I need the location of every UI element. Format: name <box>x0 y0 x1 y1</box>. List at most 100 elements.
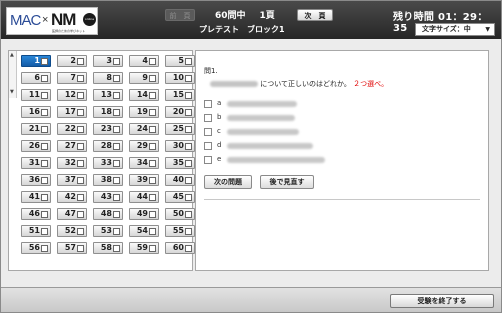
question-panel: 問1. について正しいのはどれか。 ２つ選べ。 a b c d e 次の問題 後… <box>195 50 489 271</box>
answered-checkbox <box>185 211 192 218</box>
answered-checkbox <box>149 58 156 65</box>
finish-exam-button[interactable]: 受験を終了する <box>390 294 494 308</box>
answered-checkbox <box>185 228 192 235</box>
question-nav-button[interactable]: 26 <box>21 140 51 152</box>
question-nav-button[interactable]: 31 <box>21 157 51 169</box>
question-number: 15 <box>172 90 184 99</box>
question-nav-button[interactable]: 41 <box>21 191 51 203</box>
question-nav-button[interactable]: 60 <box>165 242 195 254</box>
question-nav-button[interactable]: 7 <box>57 72 87 84</box>
question-nav-button[interactable]: 18 <box>93 106 123 118</box>
question-nav-button[interactable]: 3 <box>93 55 123 67</box>
question-nav-button[interactable]: 52 <box>57 225 87 237</box>
question-nav-button[interactable]: 13 <box>93 89 123 101</box>
question-nav-button[interactable]: 16 <box>21 106 51 118</box>
question-nav-button[interactable]: 35 <box>165 157 195 169</box>
question-nav-button[interactable]: 29 <box>129 140 159 152</box>
question-nav-button[interactable]: 15 <box>165 89 195 101</box>
question-nav-button[interactable]: 30 <box>165 140 195 152</box>
question-nav-button[interactable]: 1 <box>21 55 51 67</box>
question-nav-button[interactable]: 32 <box>57 157 87 169</box>
question-number: 30 <box>172 141 184 150</box>
question-nav-button[interactable]: 33 <box>93 157 123 169</box>
question-nav-button[interactable]: 37 <box>57 174 87 186</box>
font-size-select[interactable]: 文字サイズ：中 ▼ <box>415 23 495 36</box>
question-nav-button[interactable]: 28 <box>93 140 123 152</box>
question-nav-button[interactable]: 5 <box>165 55 195 67</box>
question-nav-button[interactable]: 58 <box>93 242 123 254</box>
question-number: 27 <box>64 141 76 150</box>
question-number: 24 <box>136 124 148 133</box>
navigator-scrollbar[interactable]: ▲ ▼ <box>9 51 17 98</box>
next-question-button[interactable]: 次の問題 <box>204 175 252 189</box>
panel-divider <box>204 199 480 200</box>
question-nav-button[interactable]: 34 <box>129 157 159 169</box>
answered-checkbox <box>77 126 84 133</box>
answered-checkbox <box>77 160 84 167</box>
answered-checkbox <box>41 126 48 133</box>
question-nav-button[interactable]: 56 <box>21 242 51 254</box>
question-nav-button[interactable]: 47 <box>57 208 87 220</box>
question-nav-button[interactable]: 50 <box>165 208 195 220</box>
question-nav-button[interactable]: 12 <box>57 89 87 101</box>
question-number: 14 <box>136 90 148 99</box>
question-nav-button[interactable]: 25 <box>165 123 195 135</box>
answered-checkbox <box>185 160 192 167</box>
question-number: 8 <box>106 73 112 82</box>
question-nav-button[interactable]: 45 <box>165 191 195 203</box>
question-nav-button[interactable]: 55 <box>165 225 195 237</box>
question-nav-button[interactable]: 39 <box>129 174 159 186</box>
question-nav-button[interactable]: 40 <box>165 174 195 186</box>
question-nav-button[interactable]: 46 <box>21 208 51 220</box>
choice-checkbox[interactable] <box>204 128 212 136</box>
logo-nm-text: NM <box>51 10 76 29</box>
next-page-button[interactable]: 次 頁 <box>297 9 333 21</box>
scroll-down-icon[interactable]: ▼ <box>10 89 14 95</box>
question-nav-button[interactable]: 6 <box>21 72 51 84</box>
question-nav-button[interactable]: 42 <box>57 191 87 203</box>
question-number: 9 <box>142 73 148 82</box>
question-count: 60問中 <box>215 11 246 21</box>
choice-checkbox[interactable] <box>204 156 212 164</box>
answered-checkbox <box>113 109 120 116</box>
answered-checkbox <box>41 177 48 184</box>
question-nav-button[interactable]: 59 <box>129 242 159 254</box>
question-nav-button[interactable]: 43 <box>93 191 123 203</box>
question-nav-button[interactable]: 23 <box>93 123 123 135</box>
question-nav-button[interactable]: 22 <box>57 123 87 135</box>
question-nav-button[interactable]: 2 <box>57 55 87 67</box>
question-nav-button[interactable]: 17 <box>57 106 87 118</box>
question-nav-button[interactable]: 38 <box>93 174 123 186</box>
question-nav-button[interactable]: 21 <box>21 123 51 135</box>
question-nav-button[interactable]: 10 <box>165 72 195 84</box>
question-nav-button[interactable]: 53 <box>93 225 123 237</box>
choice-checkbox[interactable] <box>204 114 212 122</box>
question-number: 46 <box>28 209 40 218</box>
question-nav-button[interactable]: 9 <box>129 72 159 84</box>
question-nav-button[interactable]: 57 <box>57 242 87 254</box>
question-nav-button[interactable]: 24 <box>129 123 159 135</box>
prev-page-button[interactable]: 前 頁 <box>165 9 195 21</box>
question-nav-button[interactable]: 49 <box>129 208 159 220</box>
question-nav-button[interactable]: 20 <box>165 106 195 118</box>
question-nav-button[interactable]: 11 <box>21 89 51 101</box>
choice-checkbox[interactable] <box>204 100 212 108</box>
question-nav-button[interactable]: 51 <box>21 225 51 237</box>
answered-checkbox <box>113 228 120 235</box>
question-navigator: ▲ ▼ 1 2 3 4 5 6 7 8 9 10 11 12 13 14 15 16 17 18 19 20 21 22 2… <box>8 50 195 271</box>
question-nav-button[interactable]: 48 <box>93 208 123 220</box>
question-number: 10 <box>172 73 184 82</box>
question-nav-button[interactable]: 44 <box>129 191 159 203</box>
question-number: 42 <box>64 192 76 201</box>
question-nav-button[interactable]: 54 <box>129 225 159 237</box>
question-nav-button[interactable]: 19 <box>129 106 159 118</box>
question-nav-button[interactable]: 27 <box>57 140 87 152</box>
review-later-button[interactable]: 後で見直す <box>260 175 314 189</box>
question-number: 51 <box>28 226 40 235</box>
question-nav-button[interactable]: 36 <box>21 174 51 186</box>
choice-checkbox[interactable] <box>204 142 212 150</box>
scroll-up-icon[interactable]: ▲ <box>10 52 14 58</box>
question-nav-button[interactable]: 14 <box>129 89 159 101</box>
question-nav-button[interactable]: 4 <box>129 55 159 67</box>
question-nav-button[interactable]: 8 <box>93 72 123 84</box>
